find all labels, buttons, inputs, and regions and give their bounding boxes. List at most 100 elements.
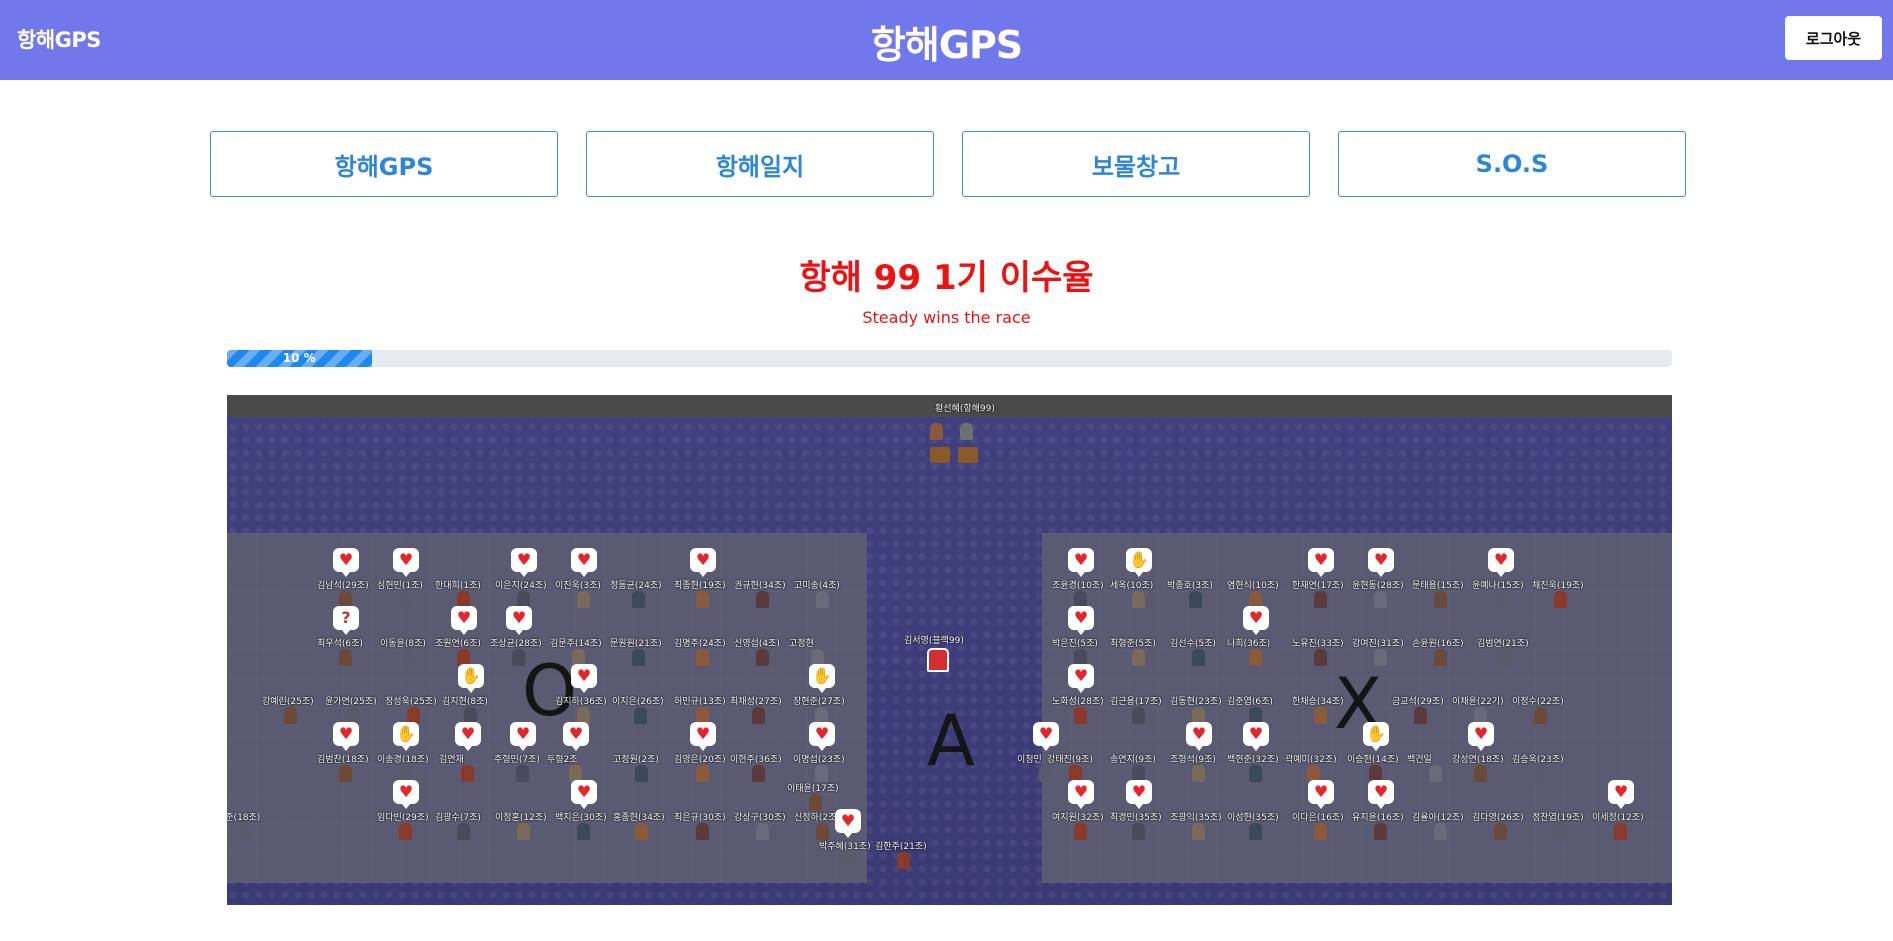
- heart-bubble-icon: ♥: [510, 722, 536, 751]
- hand-bubble-icon: ✋: [1126, 548, 1152, 577]
- avatar-sprite[interactable]: [1374, 591, 1387, 608]
- avatar-name-label: 조형석(9조): [1170, 755, 1216, 765]
- avatar-sprite[interactable]: [1132, 649, 1145, 666]
- avatar-sprite[interactable]: [756, 649, 769, 666]
- avatar-sprite[interactable]: [1074, 707, 1087, 724]
- avatar-sprite[interactable]: [461, 765, 474, 782]
- avatar-sprite[interactable]: [1414, 707, 1427, 724]
- avatar-name-label: 이정훈(12조): [495, 813, 547, 823]
- avatar-name-label: 이청민: [1017, 755, 1042, 765]
- avatar-sprite[interactable]: [696, 765, 709, 782]
- treasure-chest-icon[interactable]: [930, 447, 950, 463]
- avatar-name-label: 문태용(15조): [1412, 581, 1464, 591]
- nav-gps-button[interactable]: 항해GPS: [210, 131, 558, 197]
- heart-bubble-icon: ♥: [571, 548, 597, 577]
- npc-sprite: [960, 423, 973, 440]
- heart-bubble-icon: ♥: [1243, 722, 1269, 751]
- avatar-sprite[interactable]: [1132, 591, 1145, 608]
- avatar-sprite[interactable]: [1434, 649, 1447, 666]
- heart-icon: ♥: [1313, 550, 1329, 569]
- nav-sos-button[interactable]: S.O.S: [1338, 131, 1686, 197]
- avatar-sprite[interactable]: [1249, 649, 1262, 666]
- avatar-sprite[interactable]: [632, 649, 645, 666]
- avatar-sprite[interactable]: [1374, 649, 1387, 666]
- avatar-sprite[interactable]: [696, 823, 709, 840]
- avatar-sprite[interactable]: [1534, 765, 1547, 782]
- heart-bubble-icon: ♥: [1308, 548, 1334, 577]
- avatar-sprite[interactable]: [752, 707, 765, 724]
- avatar-sprite[interactable]: [1039, 765, 1052, 782]
- nav-treasury-button[interactable]: 보물창고: [962, 131, 1310, 197]
- avatar-sprite[interactable]: [239, 823, 252, 840]
- avatar-sprite[interactable]: [1189, 591, 1202, 608]
- avatar-sprite[interactable]: [339, 765, 352, 782]
- avatar-sprite[interactable]: [1314, 591, 1327, 608]
- avatar-sprite[interactable]: [696, 591, 709, 608]
- avatar-sprite[interactable]: [1314, 707, 1327, 724]
- avatar-sprite[interactable]: [1534, 707, 1547, 724]
- avatar-sprite[interactable]: [816, 591, 829, 608]
- avatar-sprite[interactable]: [1249, 823, 1262, 840]
- avatar-sprite[interactable]: [1192, 823, 1205, 840]
- avatar-sprite[interactable]: [284, 707, 297, 724]
- avatar-sprite[interactable]: [1499, 649, 1512, 666]
- avatar-sprite[interactable]: [635, 765, 648, 782]
- avatar-sprite[interactable]: [1132, 823, 1145, 840]
- avatar-sprite[interactable]: [1614, 823, 1627, 840]
- nav-journal-button[interactable]: 항해일지: [586, 131, 934, 197]
- avatar-sprite[interactable]: [1074, 823, 1087, 840]
- avatar-name-label: 최은규(30조): [674, 813, 726, 823]
- avatar-name-label: 김동현(23조): [1170, 697, 1222, 707]
- zone-o-letter: O: [522, 650, 578, 732]
- avatar-sprite[interactable]: [516, 765, 529, 782]
- avatar-sprite[interactable]: [897, 852, 910, 869]
- avatar-sprite[interactable]: [402, 649, 415, 666]
- avatar-sprite[interactable]: [1494, 823, 1507, 840]
- avatar-sprite[interactable]: [512, 649, 525, 666]
- avatar-sprite[interactable]: [1314, 649, 1327, 666]
- avatar-sprite[interactable]: [577, 823, 590, 840]
- avatar-sprite[interactable]: [1132, 707, 1145, 724]
- avatar-sprite[interactable]: [399, 591, 412, 608]
- avatar-sprite[interactable]: [457, 823, 470, 840]
- avatar-sprite[interactable]: [1249, 765, 1262, 782]
- avatar-sprite[interactable]: [1434, 591, 1447, 608]
- avatar-name-label: 박종호(3조): [1167, 581, 1213, 591]
- avatar-sprite[interactable]: [1314, 823, 1327, 840]
- progress-fill: 10 %: [227, 350, 372, 367]
- avatar-sprite[interactable]: [756, 823, 769, 840]
- avatar-sprite[interactable]: [399, 823, 412, 840]
- logout-button[interactable]: 로그아웃: [1785, 16, 1882, 60]
- avatar-name-label: 금교석(29조): [1392, 697, 1444, 707]
- avatar-sprite[interactable]: [1374, 823, 1387, 840]
- avatar-sprite[interactable]: [1192, 649, 1205, 666]
- avatar-sprite[interactable]: [1434, 823, 1447, 840]
- heart-bubble-icon: ♥: [1368, 548, 1394, 577]
- avatar-sprite[interactable]: [1554, 823, 1567, 840]
- avatar-sprite[interactable]: [1554, 591, 1567, 608]
- avatar-sprite[interactable]: [841, 852, 854, 869]
- avatar-sprite[interactable]: [339, 649, 352, 666]
- avatar-sprite[interactable]: [1192, 765, 1205, 782]
- avatar-sprite[interactable]: [635, 823, 648, 840]
- avatar-sprite[interactable]: [816, 823, 829, 840]
- avatar-sprite[interactable]: [696, 649, 709, 666]
- heart-icon: ♥: [1131, 782, 1147, 801]
- avatar-sprite[interactable]: [1494, 591, 1507, 608]
- avatar-sprite[interactable]: [809, 794, 822, 811]
- avatar-sprite[interactable]: [517, 823, 530, 840]
- treasure-chest-icon[interactable]: [958, 447, 978, 463]
- avatar-sprite[interactable]: [634, 707, 647, 724]
- heart-bubble-icon: ♥: [1488, 548, 1514, 577]
- game-map[interactable]: O A X 황선혜(항해99) 김서영(블랙99) 김남석(29조) ♥ 심현민(1…: [227, 395, 1672, 905]
- heart-bubble-icon: ♥: [393, 548, 419, 577]
- avatar-sprite[interactable]: [632, 591, 645, 608]
- avatar-sprite[interactable]: [1474, 765, 1487, 782]
- avatar-sprite[interactable]: [577, 591, 590, 608]
- avatar-sprite[interactable]: [752, 765, 765, 782]
- avatar-name-label: 김범연(21조): [1477, 639, 1529, 649]
- avatar-sprite[interactable]: [756, 591, 769, 608]
- avatar-sprite[interactable]: [815, 765, 828, 782]
- avatar-name-label: 이은지(24조): [495, 581, 547, 591]
- avatar-sprite[interactable]: [1429, 765, 1442, 782]
